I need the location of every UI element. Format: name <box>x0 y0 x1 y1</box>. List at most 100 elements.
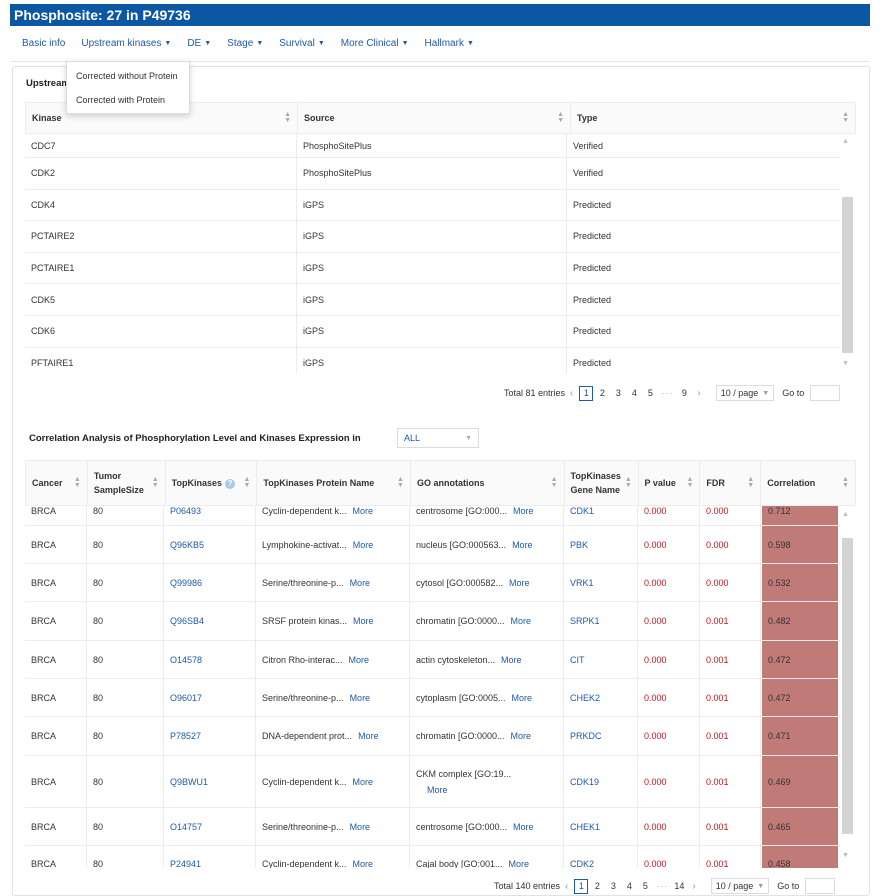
column-header-tumor-samplesize[interactable]: Tumor SampleSize ▲ ▼ <box>88 461 166 505</box>
gene-link[interactable]: VRK1 <box>564 564 638 601</box>
page-number[interactable]: 5 <box>638 879 652 894</box>
table-row[interactable]: BRCA 80 O14578 Citron Rho-interac... More… <box>25 641 840 679</box>
page-ellipsis[interactable]: ··· <box>661 388 673 398</box>
help-icon[interactable]: ? <box>224 478 235 489</box>
more-link[interactable]: More <box>427 785 448 795</box>
kinase-link[interactable]: O96017 <box>164 679 256 716</box>
nav-upstream-kinases[interactable]: Upstream kinases ▼ <box>81 38 171 49</box>
nav-de[interactable]: DE ▼ <box>187 38 211 49</box>
gene-link[interactable]: CHEK2 <box>564 679 638 716</box>
table-row[interactable]: BRCA 80 P78527 DNA-dependent prot... More… <box>25 717 840 756</box>
more-link[interactable]: More <box>353 506 374 516</box>
scroll-down-icon[interactable]: ▼ <box>842 852 849 859</box>
sort-icon[interactable]: ▲ ▼ <box>686 476 693 489</box>
table-row[interactable]: BRCA 80 O14757 Serine/threonine-p... More… <box>25 808 840 846</box>
more-link[interactable]: More <box>511 731 532 741</box>
goto-input[interactable] <box>810 385 841 401</box>
more-link[interactable]: More <box>349 655 370 665</box>
more-link[interactable]: More <box>350 693 371 703</box>
more-link[interactable]: More <box>350 822 371 832</box>
page-number[interactable]: 3 <box>606 879 620 894</box>
gene-link[interactable]: PRKDC <box>564 717 638 755</box>
page-number[interactable]: 2 <box>595 386 609 401</box>
more-link[interactable]: More <box>350 578 371 588</box>
cancer-filter-select[interactable]: ALL ▼ <box>397 428 479 448</box>
next-page-icon[interactable]: › <box>692 881 695 892</box>
sort-icon[interactable]: ▲ ▼ <box>397 476 404 489</box>
sort-icon[interactable]: ▲ ▼ <box>747 476 754 489</box>
prev-page-icon[interactable]: ‹ <box>570 388 573 399</box>
kinase-link[interactable]: P24941 <box>164 846 256 868</box>
more-link[interactable]: More <box>358 731 379 741</box>
sort-icon[interactable]: ▲ ▼ <box>152 476 159 489</box>
dropdown-item-corrected-with-protein[interactable]: Corrected with Protein <box>67 88 189 112</box>
column-header-cancer[interactable]: Cancer ▲ ▼ <box>26 461 88 505</box>
more-link[interactable]: More <box>509 859 530 868</box>
prev-page-icon[interactable]: ‹ <box>565 881 568 892</box>
nav-basic-info[interactable]: Basic info <box>22 38 65 49</box>
sort-icon[interactable]: ▲ ▼ <box>557 111 564 124</box>
column-header-topkinases[interactable]: TopKinases? ▲ ▼ <box>166 461 258 505</box>
more-link[interactable]: More <box>513 506 534 516</box>
page-number[interactable]: 1 <box>579 385 594 401</box>
column-header-go-annotations[interactable]: GO annotations ▲ ▼ <box>411 461 565 505</box>
sort-icon[interactable]: ▲ ▼ <box>243 476 250 489</box>
table-row[interactable]: BRCA 80 P06493 Cyclin-dependent k... More… <box>25 506 840 526</box>
table-row[interactable]: PCTAIRE1 iGPS Predicted <box>25 252 840 285</box>
more-link[interactable]: More <box>511 616 532 626</box>
column-header-protein-name[interactable]: TopKinases Protein Name ▲ ▼ <box>257 461 411 505</box>
gene-link[interactable]: SRPK1 <box>564 602 638 640</box>
more-link[interactable]: More <box>501 655 522 665</box>
kinase-link[interactable]: Q99986 <box>164 564 256 601</box>
dropdown-item-corrected-without-protein[interactable]: Corrected without Protein <box>67 64 189 88</box>
table-row[interactable]: PCTAIRE2 iGPS Predicted <box>25 221 840 253</box>
gene-link[interactable]: CDK19 <box>564 756 638 807</box>
page-size-select[interactable]: 10 / page ▼ <box>710 878 770 894</box>
more-link[interactable]: More <box>512 540 533 550</box>
kinase-link[interactable]: Q96SB4 <box>164 602 256 640</box>
nav-hallmark[interactable]: Hallmark ▼ <box>425 38 474 49</box>
kinase-link[interactable]: Q9BWU1 <box>164 756 256 807</box>
nav-survival[interactable]: Survival ▼ <box>279 38 325 49</box>
table-row[interactable]: BRCA 80 Q96SB4 SRSF protein kinas... More… <box>25 602 840 641</box>
next-page-icon[interactable]: › <box>697 388 700 399</box>
table-row[interactable]: BRCA 80 Q99986 Serine/threonine-p... More… <box>25 564 840 602</box>
kinase-link[interactable]: O14757 <box>164 808 256 845</box>
gene-link[interactable]: CIT <box>564 641 638 678</box>
column-header-pvalue[interactable]: P value ▲ ▼ <box>639 461 701 505</box>
page-number[interactable]: 4 <box>627 386 641 401</box>
table-row[interactable]: BRCA 80 Q9BWU1 Cyclin-dependent k... More… <box>25 756 840 808</box>
nav-stage[interactable]: Stage ▼ <box>227 38 263 49</box>
kinase-link[interactable]: O14578 <box>164 641 256 678</box>
gene-link[interactable]: PBK <box>564 526 638 563</box>
scroll-down-icon[interactable]: ▼ <box>842 360 849 367</box>
page-number-last[interactable]: 9 <box>677 386 691 401</box>
page-number[interactable]: 3 <box>611 386 625 401</box>
correlation-table-scrollbar[interactable]: ▲ ▼ <box>840 506 854 868</box>
sort-icon[interactable]: ▲ ▼ <box>551 476 558 489</box>
more-link[interactable]: More <box>353 859 374 868</box>
more-link[interactable]: More <box>509 578 530 588</box>
sort-icon[interactable]: ▲ ▼ <box>625 476 632 489</box>
sort-icon[interactable]: ▲ ▼ <box>842 476 849 489</box>
sort-icon[interactable]: ▲ ▼ <box>842 111 849 124</box>
more-link[interactable]: More <box>353 540 374 550</box>
sort-icon[interactable]: ▲ ▼ <box>284 111 291 124</box>
column-header-fdr[interactable]: FDR ▲ ▼ <box>700 461 762 505</box>
goto-input[interactable] <box>805 878 836 894</box>
page-number[interactable]: 2 <box>590 879 604 894</box>
page-number[interactable]: 1 <box>574 878 589 894</box>
page-number[interactable]: 5 <box>643 386 657 401</box>
column-header-source[interactable]: Source ▲ ▼ <box>298 103 571 133</box>
kinase-link[interactable]: P06493 <box>164 506 256 525</box>
column-header-correlation[interactable]: Correlation ▲ ▼ <box>761 461 855 505</box>
table-row[interactable]: BRCA 80 Q96KB5 Lymphokine-activat... More… <box>25 526 840 564</box>
kinase-link[interactable]: Q96KB5 <box>164 526 256 563</box>
table-row[interactable]: PFTAIRE1 iGPS Predicted <box>25 347 840 374</box>
more-link[interactable]: More <box>513 822 534 832</box>
table-row[interactable]: CDK6 iGPS Predicted <box>25 315 840 348</box>
gene-link[interactable]: CHEK1 <box>564 808 638 845</box>
table-row[interactable]: CDC7 PhosphoSitePlus Verified <box>25 134 840 158</box>
nav-more-clinical[interactable]: More Clinical ▼ <box>341 38 409 49</box>
column-header-gene-name[interactable]: TopKinases Gene Name ▲ ▼ <box>565 461 639 505</box>
